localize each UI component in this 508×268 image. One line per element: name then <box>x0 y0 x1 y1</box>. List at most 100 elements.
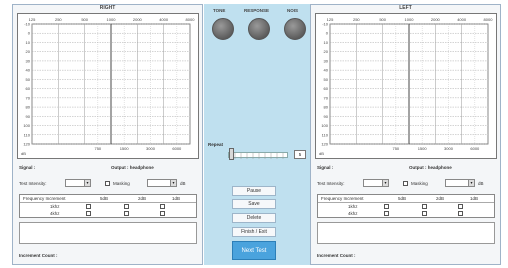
db-tick-label: 0 <box>28 31 31 36</box>
right-4khz-1db-checkbox[interactable] <box>160 211 165 216</box>
left-col-2db: 2dB <box>436 196 445 201</box>
tone-indicator-lamp <box>212 18 234 40</box>
left-ear-panel: LEFT 125 250 500 1000 2000 4000 8000 750 1500 300… <box>310 4 501 265</box>
right-1khz-2db-checkbox[interactable] <box>124 204 129 209</box>
left-1khz-1db-checkbox[interactable] <box>458 204 463 209</box>
finish-exit-button[interactable]: Finish / Exit <box>232 227 276 237</box>
db-tick-label: 80 <box>324 105 329 110</box>
response-indicator-lamp <box>248 18 270 40</box>
db-tick-label: 120 <box>23 142 30 147</box>
interoctave-tick-label: 750 <box>392 146 399 151</box>
db-tick-label: 90 <box>324 114 329 119</box>
freq-tick-label: 1000 <box>107 17 117 22</box>
interoctave-tick-label: 6000 <box>470 146 480 151</box>
pause-button[interactable]: Pause <box>232 186 276 196</box>
left-4khz-1db-checkbox[interactable] <box>458 211 463 216</box>
repeat-slider-track[interactable] <box>228 152 288 159</box>
right-notes-area[interactable] <box>19 222 197 244</box>
right-panel-title: RIGHT <box>99 5 116 11</box>
left-test-intensity-label: Test Intensity: <box>317 181 345 186</box>
freq-tick-label: 500 <box>379 17 386 22</box>
freq-tick-label: 4000 <box>457 17 467 22</box>
right-row-1khz: 1khz <box>50 204 60 209</box>
left-masking-label: Masking <box>411 181 428 186</box>
right-signal-label: Signal : <box>19 165 36 170</box>
right-col-5db: 5dB <box>100 196 109 201</box>
right-db-unit: dB <box>180 181 186 186</box>
db-tick-label: 10 <box>324 40 329 45</box>
left-frequency-increment-table: Frequency Increment 5dB 2dB 1dB 1khz 4kh… <box>317 194 495 218</box>
freq-tick-label: 500 <box>81 17 88 22</box>
chevron-down-icon: ▾ <box>468 180 474 186</box>
db-tick-label: 110 <box>322 132 329 137</box>
db-tick-label: -10 <box>322 22 329 27</box>
right-output-label: Output : headphone <box>111 165 154 170</box>
left-masking-level-select[interactable]: ▾ <box>445 179 475 187</box>
left-audiogram: 125 250 500 1000 2000 4000 8000 750 1500 3000 6000… <box>315 13 497 159</box>
right-4khz-5db-checkbox[interactable] <box>86 211 91 216</box>
db-tick-label: 120 <box>321 142 328 147</box>
tone-label: TONE <box>213 8 226 13</box>
interoctave-tick-label: 750 <box>94 146 101 151</box>
left-4khz-5db-checkbox[interactable] <box>384 211 389 216</box>
repeat-slider-thumb[interactable] <box>229 148 234 160</box>
db-tick-label: 90 <box>26 114 31 119</box>
db-tick-label: 110 <box>24 132 31 137</box>
right-test-intensity-select[interactable]: ▾ <box>65 179 91 187</box>
db-tick-label: 70 <box>26 95 31 100</box>
interoctave-tick-label: 3000 <box>146 146 156 151</box>
right-frequency-increment-table: Frequency Increment 5dB 2dB 1dB 1khz 4kh… <box>19 194 197 218</box>
left-4khz-2db-checkbox[interactable] <box>422 211 427 216</box>
db-tick-label: 70 <box>324 95 329 100</box>
interoctave-tick-label: 1500 <box>418 146 428 151</box>
db-tick-label: 50 <box>324 77 329 82</box>
left-output-label: Output : headphone <box>409 165 452 170</box>
left-1khz-2db-checkbox[interactable] <box>422 204 427 209</box>
chevron-down-icon: ▾ <box>84 180 90 186</box>
right-test-intensity-label: Test Intensity: <box>19 181 47 186</box>
left-signal-label: Signal : <box>317 165 334 170</box>
response-label: RESPONSE <box>244 8 270 13</box>
left-notes-area[interactable] <box>317 222 495 244</box>
right-masking-label: Masking <box>113 181 130 186</box>
interoctave-tick-label: 1500 <box>120 146 130 151</box>
repeat-value-field[interactable]: 5 <box>294 150 306 159</box>
right-4khz-2db-checkbox[interactable] <box>124 211 129 216</box>
left-panel-title: LEFT <box>399 5 412 11</box>
freq-tick-label: 2000 <box>431 17 441 22</box>
right-audiogram: 125 250 500 1000 2000 4000 8000 750 1500 3000 6000… <box>17 13 199 159</box>
next-test-button[interactable]: Next Test <box>232 241 276 260</box>
freq-tick-label: 250 <box>353 17 360 22</box>
db-tick-label: 30 <box>324 58 329 63</box>
left-1khz-5db-checkbox[interactable] <box>384 204 389 209</box>
db-tick-label: 30 <box>26 58 31 63</box>
db-tick-label: 0 <box>326 31 329 36</box>
db-tick-label: 80 <box>26 105 31 110</box>
chevron-down-icon: ▾ <box>382 180 388 186</box>
left-masking-checkbox[interactable] <box>403 181 408 186</box>
freq-tick-label: 8000 <box>186 17 196 22</box>
freq-tick-label: 250 <box>55 17 62 22</box>
db-tick-label: 10 <box>26 40 31 45</box>
right-increment-count-label: Increment Count : <box>19 253 58 258</box>
right-1khz-1db-checkbox[interactable] <box>160 204 165 209</box>
right-masking-level-select[interactable]: ▾ <box>147 179 177 187</box>
left-audiogram-grid: 125 250 500 1000 2000 4000 8000750 1500 3000 6000… <box>319 17 493 156</box>
interoctave-tick-label: 6000 <box>172 146 182 151</box>
db-tick-label: 40 <box>324 68 329 73</box>
db-axis-label: dB <box>21 151 26 156</box>
left-row-1khz: 1khz <box>348 204 358 209</box>
right-ear-panel: RIGHT 125 250 500 1000 2000 4000 8000 750 1500 30… <box>12 4 203 265</box>
left-db-unit: dB <box>478 181 484 186</box>
left-test-intensity-select[interactable]: ▾ <box>363 179 389 187</box>
delete-button[interactable]: Delete <box>232 213 276 223</box>
right-masking-checkbox[interactable] <box>105 181 110 186</box>
save-button[interactable]: Save <box>232 199 276 209</box>
noise-indicator-lamp <box>284 18 306 40</box>
db-tick-label: 20 <box>324 49 329 54</box>
noise-label: NOIS <box>287 8 299 13</box>
right-1khz-5db-checkbox[interactable] <box>86 204 91 209</box>
freq-tick-label: 4000 <box>159 17 169 22</box>
right-row-4khz: 4khz <box>50 211 60 216</box>
slider-ticks <box>234 153 284 159</box>
